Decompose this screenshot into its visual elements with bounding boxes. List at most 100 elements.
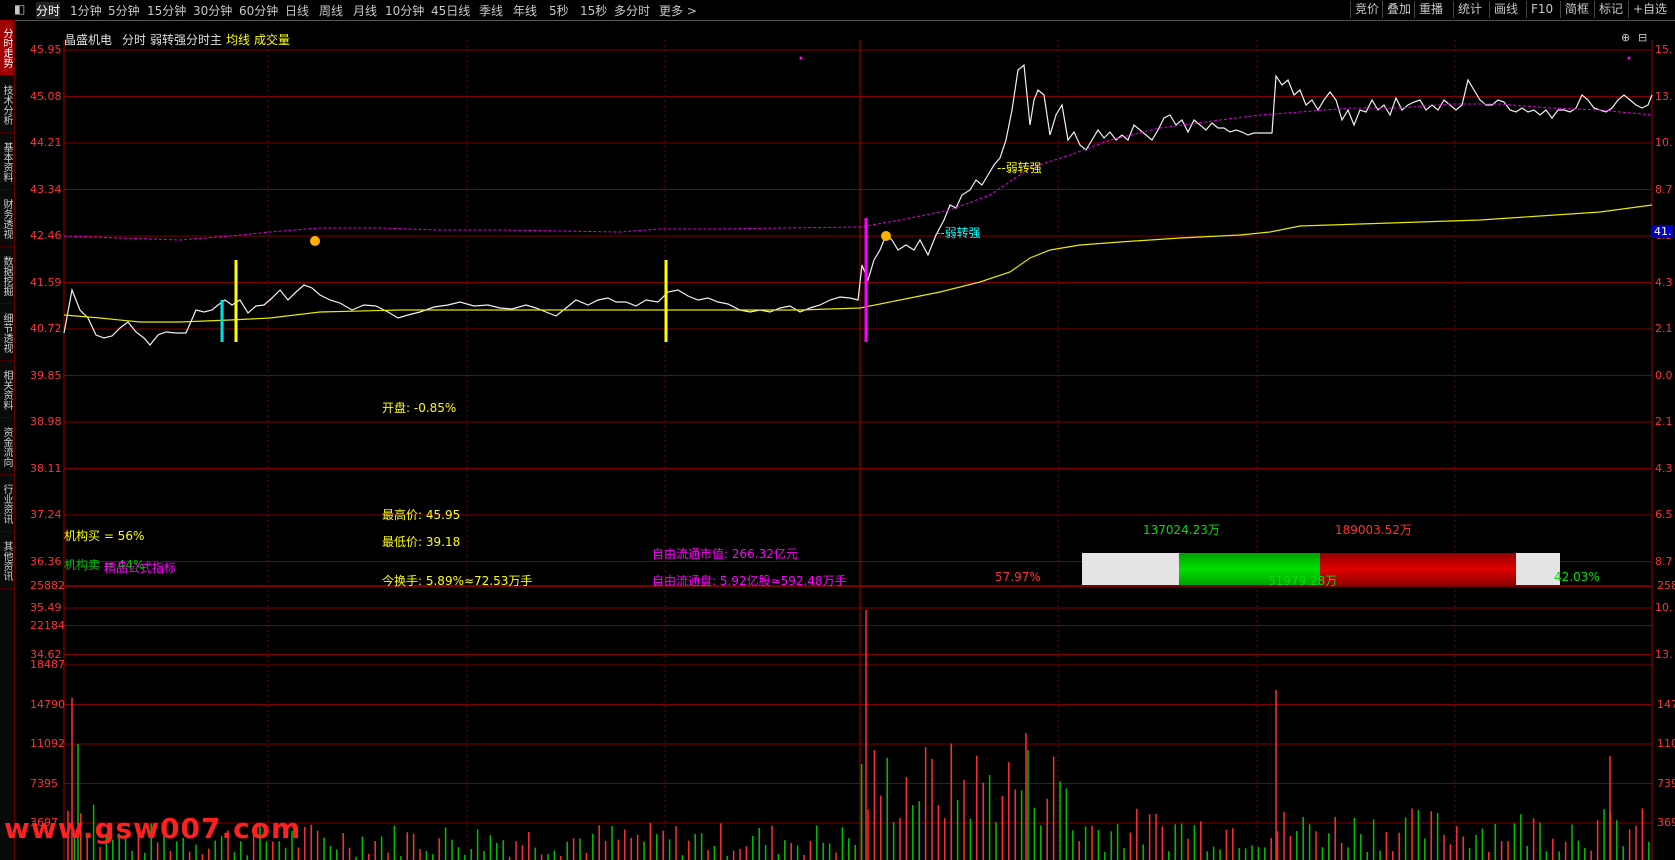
sidebar-tab-4[interactable]: 数据挖掘 — [0, 248, 13, 304]
period-tab-2[interactable]: 5分钟 — [108, 2, 140, 19]
left-sidebar: 分时走势 技术分析 基本资料 财务透视 数据挖掘 细节透视 相关资料 资金流向 行业资讯 其他资讯 — [0, 20, 15, 860]
period-tab-6[interactable]: 日线 — [285, 2, 309, 19]
volume-tick-left: 11092 — [30, 737, 65, 750]
sidebar-tab-9[interactable]: 其他资讯 — [0, 533, 13, 589]
percent-tick-right: 15. — [1655, 43, 1673, 56]
percent-tick-right: 8.7 — [1655, 182, 1673, 196]
net-flow: 51979.28万 — [1268, 574, 1338, 588]
toolbar-button-2[interactable]: 重播 — [1414, 1, 1447, 18]
avg-line-label: 均线 — [226, 33, 251, 47]
period-tab-4[interactable]: 30分钟 — [193, 2, 232, 19]
toolbar-button-4[interactable]: 画线 — [1489, 1, 1522, 18]
price-tick-left: 40.72 — [30, 322, 62, 335]
coin-icon — [881, 231, 891, 241]
period-tab-5[interactable]: 60分钟 — [239, 2, 278, 19]
toolbar-button-0[interactable]: 竞价 — [1350, 1, 1383, 18]
flow-bar-sell — [1320, 553, 1516, 585]
price-tick-left: 45.95 — [30, 43, 62, 56]
price-tick-left: 35.49 — [30, 601, 62, 614]
volume-tick-right: 110 — [1657, 737, 1675, 750]
collapse-icon[interactable]: ⊟ — [1638, 31, 1647, 44]
toolbar-button-8[interactable]: +自选 — [1628, 1, 1671, 18]
turnover: 今换手: 5.89%≈72.53万手 — [382, 574, 533, 588]
buy-total: 137024.23万 — [1143, 523, 1220, 537]
price-tick-left: 41.59 — [30, 275, 62, 289]
marker-dot — [1627, 56, 1631, 60]
volume-tick-right: 369 — [1657, 816, 1675, 829]
signal-label-weak-to-strong: --弱转强 — [997, 161, 1042, 175]
price-tick-left: 43.34 — [30, 182, 62, 196]
toolbar-button-3[interactable]: 统计 — [1453, 1, 1486, 18]
period-tab-10[interactable]: 45日线 — [431, 2, 470, 19]
sell-total: 189003.52万 — [1335, 523, 1412, 537]
low-price: 最低价: 39.18 — [382, 535, 461, 549]
volume-tick-left: 14790 — [30, 697, 65, 711]
price-tick-left: 44.21 — [30, 136, 62, 149]
period-tab-1[interactable]: 1分钟 — [70, 2, 102, 19]
signal-label-weak-to-strong-2: --弱转强 — [936, 226, 981, 240]
volume-label: 成交量 — [254, 33, 291, 47]
high-price: 最高价: 45.95 — [382, 508, 461, 522]
period-toolbar: ◧ 分时 1分钟 5分钟 15分钟 30分钟 60分钟 日线 周线 月线 10分钟 45日线 季线 年线 5… — [0, 0, 1675, 21]
toolbar-button-6[interactable]: 简框 — [1560, 1, 1593, 18]
settings-icon[interactable]: ⊕ — [1621, 31, 1630, 44]
sidebar-tab-1[interactable]: 技术分析 — [0, 77, 13, 133]
price-tick-left: 36.36 — [30, 554, 62, 568]
percent-tick-right: 4.3 — [1655, 275, 1673, 289]
volume-tick-right: 739 — [1657, 776, 1675, 790]
right-percent: 42.03% — [1554, 570, 1600, 584]
percent-tick-right: 4.3 — [1655, 461, 1673, 475]
sidebar-tab-0[interactable]: 分时走势 — [0, 20, 13, 76]
left-percent: 57.97% — [995, 570, 1041, 584]
coin-icon — [310, 236, 320, 246]
chart-canvas — [63, 40, 1653, 860]
volume-tick-right: 258 — [1657, 579, 1675, 592]
period-tab-14[interactable]: 15秒 — [580, 2, 607, 19]
period-tab-7[interactable]: 周线 — [319, 2, 343, 19]
period-tab-0[interactable]: 分时 — [36, 2, 61, 19]
volume-tick-left: 18487 — [30, 658, 65, 671]
average-line — [63, 204, 1653, 323]
period-tab-13[interactable]: 5秒 — [549, 2, 569, 19]
volume-tick-left: 22184 — [30, 618, 65, 632]
price-tick-left: 42.46 — [30, 229, 62, 242]
period-tab-11[interactable]: 季线 — [479, 2, 503, 19]
sidebar-tab-8[interactable]: 行业资讯 — [0, 476, 13, 532]
formula-name: 精品公式指标 — [104, 561, 177, 575]
percent-tick-right: 0.0 — [1655, 368, 1673, 382]
toolbar-button-1[interactable]: 叠加 — [1382, 1, 1415, 18]
period-tab-12[interactable]: 年线 — [513, 2, 537, 19]
period-tab-15[interactable]: 多分时 — [614, 2, 650, 19]
sidebar-tab-5[interactable]: 细节透视 — [0, 305, 13, 361]
percent-tick-right: 13. — [1655, 647, 1673, 661]
toolbar-button-7[interactable]: 标记 — [1594, 1, 1627, 18]
float-shares: 自由流通盘: 5.92亿股≈592.48万手 — [652, 574, 847, 588]
price-tick-left: 37.24 — [30, 508, 62, 521]
sidebar-tab-3[interactable]: 财务透视 — [0, 191, 13, 247]
price-tick-left: 38.98 — [30, 415, 62, 428]
sidebar-tab-6[interactable]: 相关资料 — [0, 362, 13, 418]
indicator-name[interactable]: 弱转强分时主 — [150, 31, 222, 48]
period-tab-16[interactable]: 更多 > — [659, 2, 697, 19]
volume-tick-right: 147 — [1657, 697, 1675, 711]
toolbar-button-5[interactable]: F10 — [1526, 1, 1557, 18]
price-tick-left: 38.11 — [30, 461, 62, 475]
period-tab-9[interactable]: 10分钟 — [385, 2, 424, 19]
current-price-tag: 41. — [1652, 225, 1674, 238]
toolbar-menu-icon[interactable]: ◧ — [14, 2, 25, 16]
percent-tick-right: 10. — [1655, 136, 1673, 149]
period-label: 分时 — [122, 33, 147, 47]
marker-dot — [799, 56, 803, 60]
volume-tick-left: 25882 — [30, 579, 65, 592]
period-tab-8[interactable]: 月线 — [353, 2, 377, 19]
period-tab-3[interactable]: 15分钟 — [147, 2, 186, 19]
price-tick-left: 39.85 — [30, 368, 62, 382]
sidebar-tab-2[interactable]: 基本资料 — [0, 134, 13, 190]
percent-tick-right: 8.7 — [1655, 554, 1673, 568]
open-change: 开盘: -0.85% — [382, 401, 457, 415]
institution-buy: 机构买 = 56% — [64, 529, 145, 543]
sidebar-tab-7[interactable]: 资金流向 — [0, 419, 13, 475]
percent-tick-right: 6.5 — [1655, 508, 1673, 521]
percent-tick-right: 2.1 — [1655, 415, 1673, 428]
magenta-indicator-line — [63, 103, 1653, 241]
